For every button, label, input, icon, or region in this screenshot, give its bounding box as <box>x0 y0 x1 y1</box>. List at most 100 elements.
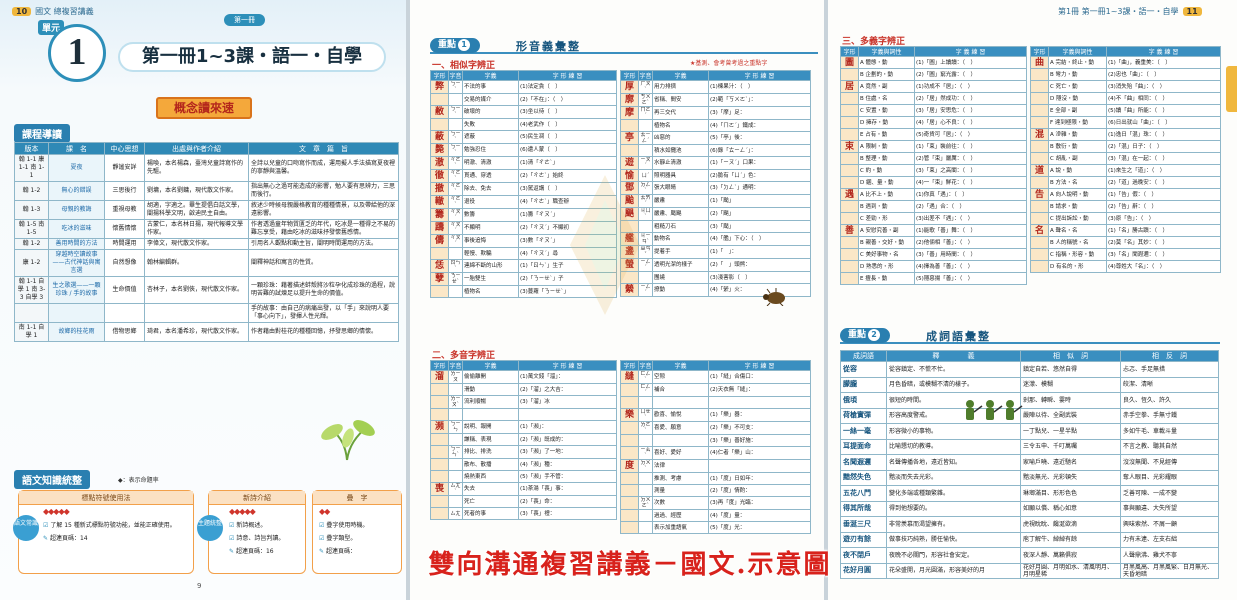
table-row: 交易的媒介 (2)「不在」：（ ） <box>430 93 617 106</box>
practice-cell: (4)「縈」火： <box>708 283 811 297</box>
char-cell: 居 <box>840 80 859 93</box>
meaning-cell <box>652 396 709 409</box>
meaning-cell: 流利順暢 <box>462 395 519 409</box>
focus-label: 重點 <box>438 40 457 50</box>
column-header: 字 形 練 習 <box>518 70 617 81</box>
meaning-cell: C 美好事物・名 <box>858 248 915 261</box>
char-cell: 敝 <box>430 105 449 119</box>
idiom-cell: 五花八門 <box>840 485 887 502</box>
meaning-cell: D 綑、量・動 <box>858 176 915 189</box>
char-cell <box>430 458 449 471</box>
practice-cell: (2)範「ㄎㄨㄛˋ」： <box>708 93 811 107</box>
char-cell <box>430 445 449 459</box>
char-cell <box>620 509 639 522</box>
practice-cell: (1)來生之「道」：（ ） <box>1106 164 1221 177</box>
practice-cell: (2)「 」頭熊： <box>708 258 811 272</box>
char-cell: 蔽 <box>430 130 449 144</box>
table-row: 積水如攤池 (6)錄「ㄊㄧㄥˊ」： <box>620 144 811 157</box>
watermark-logo <box>570 175 640 315</box>
practice-cell: (4)「居」心不良：（ ） <box>914 116 1027 129</box>
char-cell <box>1030 212 1049 225</box>
practice-cell: (3)「摩」足： <box>708 106 811 120</box>
practice-cell: (2)「圖」窮光露：（ ） <box>914 68 1027 81</box>
opposite-cell: 乏善可陳、一成不變 <box>1120 485 1219 502</box>
meaning-cell: 張大眼睛 <box>652 181 709 195</box>
column-header: 字音 <box>448 360 463 371</box>
meaning-cell: E 占有・動 <box>858 128 915 141</box>
table-row: B 遇到・動 (2)「遇」合：（ ） <box>840 200 1027 213</box>
char-cell <box>840 164 859 177</box>
column-header: 字形 <box>620 70 639 81</box>
char-cell: 縫 <box>620 370 639 384</box>
table-row: 手的故事：由自己的病痛出發，以「手」來說明人要「事心向下」，發揮人性光輝。 <box>14 303 399 323</box>
meaning-cell: A 完結・終止・動 <box>1048 56 1107 69</box>
table-row: C 提出訴訟・動 (3)原「告」：（ ） <box>1030 212 1221 225</box>
char-cell <box>620 521 639 534</box>
meaning-cell: 撩動 <box>652 283 709 297</box>
meaning-cell: A 滲雜・動 <box>1048 128 1107 141</box>
practice-cell: (1)「束」裝前往：（ ） <box>914 140 1027 153</box>
page-link[interactable]: 超連頁碼：16 <box>236 548 274 555</box>
similar-cell: 嚴陣以待、全副武裝 <box>1020 407 1121 424</box>
table-row: 黯然失色 黯淡而失去光彩。 黯淡無光、光彩頓失 奪人眼目、光彩耀眼 <box>840 469 1219 486</box>
idiom-cell: 朦朧 <box>840 376 887 393</box>
table-row: 混A 滲雜・動 (1)逸日「混」珠：（ ） <box>1030 128 1221 141</box>
side-tab[interactable] <box>1226 66 1237 112</box>
version-cell: 翰 1-2 <box>14 181 49 201</box>
page-link[interactable]: 超連頁碼：14 <box>50 535 88 542</box>
table-row: B 人的稱號・名 (2)莫「名」其妙：（ ） <box>1030 236 1221 249</box>
reading-cell: ㄅㄧˋ <box>448 143 463 157</box>
source-cell <box>144 303 249 323</box>
meaning-cell: A 向人說明・動 <box>1048 188 1107 201</box>
table-row: B 整理・動 (2)管「束」嚴厲：（ ） <box>840 152 1027 165</box>
check-icon: ☑ <box>319 522 325 529</box>
table-row: 居A 竟然・副 (1)功成不「居」：（ ） <box>840 80 1027 93</box>
char-cell <box>840 176 859 189</box>
char-cell <box>430 433 449 446</box>
char-cell: 恁 <box>430 259 449 273</box>
meaning-cell: 勉強忍住 <box>462 143 519 157</box>
meaning-cell: 積水如攤池 <box>652 144 709 157</box>
char-cell: 遇 <box>840 188 859 201</box>
table-row: 亭ㄊㄧㄥˊ 凶惡的 (5)「亭」後： <box>620 131 811 145</box>
idea-cell: 自然想像 <box>104 249 145 277</box>
char-cell <box>1030 176 1049 189</box>
practice-cell: (2)天衣無「縫」： <box>708 383 811 397</box>
meaning-cell: 一胎雙生 <box>462 272 519 286</box>
table-row: 名A 聲名・名 (1)「名」勝古蹟：（ ） <box>1030 224 1221 237</box>
meaning-cell: 形容微小的事物。 <box>886 423 1021 440</box>
practice-cell: (3)「喪」禮： <box>518 507 617 520</box>
char-cell <box>1030 248 1049 261</box>
table-row: 告A 向人說明・動 (1)「告」假：（ ） <box>1030 188 1221 201</box>
check-icon: ☑ <box>229 522 235 529</box>
practice-cell: (3)原「告」：（ ） <box>1106 212 1221 225</box>
grammar-box-title: 新詩介紹 <box>209 491 305 505</box>
char-cell <box>430 285 449 298</box>
focus-pill: 重點 2 <box>840 328 891 343</box>
char-cell: 徹 <box>430 169 449 183</box>
table-row: 死亡 (2)「喪」命： <box>430 495 617 508</box>
similar-cell: 庖丁解牛、綽綽有餘 <box>1020 531 1121 548</box>
practice-cell: (1)清「ㄔㄜˋ」 <box>518 156 617 170</box>
column-header: 相 似 詞 <box>1020 350 1121 362</box>
multi-table-left: 字形 字義與詞性字 義 練 習圖A 體態・動 (1)「圖」上讀讀：（ ） B 企劃的・… <box>840 46 1027 285</box>
reading-cell <box>638 119 653 132</box>
soldiers-icon <box>966 400 1023 420</box>
table-row: B 敷衍・動 (2)「混」日子：（ ） <box>1030 140 1221 153</box>
reading-cell <box>638 144 653 157</box>
practice-cell: (1)「圖」上讀讀：（ ） <box>914 56 1027 69</box>
table-row: 測量 (2)「度」情酌： <box>620 484 811 497</box>
meaning-cell: 喜愛、願意 <box>652 421 709 435</box>
table-row: B 請求・動 (2)「告」辭：（ ） <box>1030 200 1221 213</box>
polyphone-table-right: 字形 字音 字義字 形 練 習縫ㄈㄥˋ 空隙 (1)「縫」合傷口： ㄈㄥˊ 補合 (2)天衣無… <box>620 360 811 534</box>
check-icon: ☑ <box>319 535 325 542</box>
meaning-cell: D 擁存・動 <box>858 116 915 129</box>
table-row: ㄅㄧㄣˋ 排比、排洗 (3)「瀕」了一地： <box>430 445 617 459</box>
reading-cell: ㄔㄡˊ <box>448 234 463 248</box>
practice-cell: (3)「颳」 <box>708 220 811 233</box>
reading-cell: ㄅㄧㄣ <box>448 420 463 434</box>
char-cell <box>430 395 449 409</box>
practice-cell: (1)能歌「善」舞：（ ） <box>914 224 1027 237</box>
grammar-box-punctuation: 標點符號使用法 語文常識 ◆◆◆◆◆ ☑ 了解 15 種新式標點符號功能，並能正… <box>13 490 194 574</box>
practice-cell: (1)「名」勝古蹟：（ ） <box>1106 224 1221 237</box>
